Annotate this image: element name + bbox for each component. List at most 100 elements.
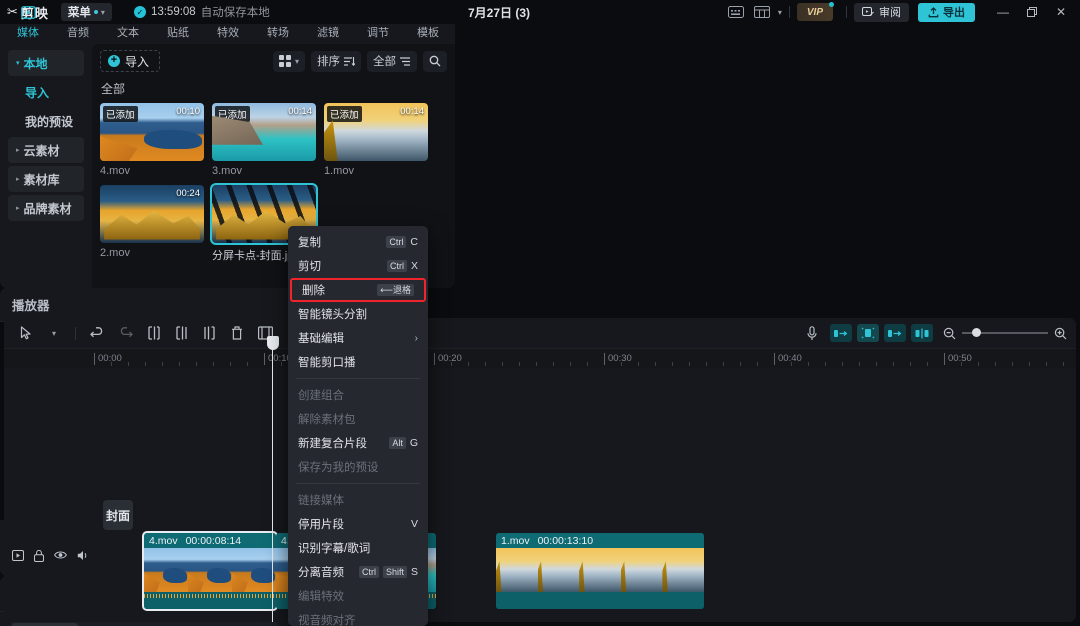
clip-filmstrip bbox=[144, 548, 276, 592]
duration-badge: 00:14 bbox=[288, 106, 312, 117]
tab-filter-label: 滤镜 bbox=[317, 27, 339, 39]
track-video-icon[interactable] bbox=[12, 550, 24, 562]
snap-start-toggle[interactable] bbox=[830, 324, 852, 342]
menu-item-detach-audio[interactable]: 分离音频 Ctrl Shift S bbox=[288, 560, 428, 584]
divider bbox=[788, 6, 790, 18]
keyboard-shortcuts-icon[interactable] bbox=[724, 3, 748, 21]
zoom-out-icon[interactable] bbox=[943, 327, 956, 340]
timeline-clip[interactable]: 1.mov 00:00:13:10 bbox=[496, 533, 704, 609]
key-ctrl: Ctrl bbox=[386, 260, 407, 272]
sidebar-item-presets[interactable]: 我的预设 bbox=[8, 108, 84, 134]
timeline-tracks: 4.mov 00:00:08:14 4.mov bbox=[4, 368, 1076, 622]
sort-button[interactable]: 排序 bbox=[311, 50, 361, 72]
menu-item-label: 分离音频 bbox=[298, 567, 344, 579]
import-button[interactable]: + 导入 bbox=[100, 50, 161, 72]
delete-icon[interactable] bbox=[224, 321, 250, 345]
tab-media[interactable]: 媒体 bbox=[4, 1, 52, 43]
menu-item-recognize-captions[interactable]: 识别字幕/歌词 bbox=[288, 536, 428, 560]
grid-view-button[interactable]: ▾ bbox=[272, 50, 305, 72]
menu-item-delete[interactable]: 删除 ⟵退格 bbox=[290, 278, 426, 302]
cursor-dropdown-icon[interactable]: ▾ bbox=[41, 321, 67, 345]
upload-icon bbox=[928, 6, 939, 17]
media-thumbnail[interactable]: 已添加 00:14 bbox=[212, 103, 316, 161]
close-button[interactable]: ✕ bbox=[1048, 0, 1074, 24]
sidebar-item-cloud[interactable]: ▸ 云素材 bbox=[8, 137, 84, 163]
menu-item-shortcut: Ctrl C bbox=[386, 236, 418, 248]
menu-item-new-compound-clip[interactable]: 新建复合片段 Alt G bbox=[288, 431, 428, 455]
search-button[interactable] bbox=[423, 50, 447, 72]
ruler-label: 00:20 bbox=[438, 353, 462, 364]
eye-icon[interactable] bbox=[54, 550, 67, 562]
player-header: 播放器 bbox=[0, 288, 320, 322]
export-button[interactable]: 导出 bbox=[918, 2, 975, 22]
menu-divider bbox=[296, 483, 420, 484]
layout-icon[interactable] bbox=[751, 3, 775, 21]
snap-end-toggle[interactable] bbox=[884, 324, 906, 342]
media-item-name: 3.mov bbox=[212, 165, 242, 177]
clip-duration: 00:00:13:10 bbox=[537, 534, 594, 547]
sidebar-item-brand[interactable]: ▸ 品牌素材 bbox=[8, 195, 84, 221]
menu-item-smart-shot-split[interactable]: 智能镜头分割 bbox=[288, 302, 428, 326]
plus-icon: + bbox=[108, 55, 120, 67]
menu-item-basic-edit[interactable]: 基础编辑 › bbox=[288, 326, 428, 350]
playhead[interactable] bbox=[266, 336, 279, 622]
chevron-right-icon: › bbox=[414, 332, 418, 344]
jianying-app-window: ✂ 剪映 菜单 ▾ ✓ 13:59:08 自动保存本地 7月27日 (3) ▾ … bbox=[0, 0, 1080, 626]
autosave-time: 13:59:08 bbox=[150, 6, 196, 18]
zoom-slider-knob[interactable] bbox=[972, 328, 981, 337]
vip-label: VIP bbox=[806, 6, 823, 18]
added-badge: 已添加 bbox=[327, 106, 362, 122]
undo-icon[interactable] bbox=[84, 321, 110, 345]
menu-item-create-group: 创建组合 bbox=[288, 383, 428, 407]
lock-icon[interactable] bbox=[34, 550, 44, 562]
titlebar-right-controls: ▾ VIP 审阅 导出 — ✕ bbox=[724, 0, 1080, 24]
media-item[interactable]: 已添加 00:14 3.mov bbox=[212, 103, 316, 177]
sidebar-item-import[interactable]: 导入 bbox=[8, 79, 84, 105]
media-item[interactable]: 已添加 00:14 1.mov bbox=[324, 103, 428, 177]
menu-item-smart-clip-speech[interactable]: 智能剪口播 bbox=[288, 350, 428, 374]
magnet-snap-toggle[interactable] bbox=[857, 324, 879, 342]
timeline-ruler[interactable]: 00:00 00:10 00:20 00:30 00:40 00:50 bbox=[4, 348, 1076, 368]
menu-item-disable-clip[interactable]: 停用片段 V bbox=[288, 512, 428, 536]
redo-icon[interactable] bbox=[112, 321, 138, 345]
menu-item-copy[interactable]: 复制 Ctrl C bbox=[288, 230, 428, 254]
split-icon[interactable] bbox=[140, 321, 166, 345]
link-clips-toggle[interactable] bbox=[911, 324, 933, 342]
media-item[interactable]: 00:24 2.mov bbox=[100, 185, 204, 263]
key-letter: X bbox=[410, 260, 418, 272]
sort-label: 排序 bbox=[317, 56, 340, 68]
review-button[interactable]: 审阅 bbox=[854, 2, 909, 22]
timeline-clip[interactable]: 4.mov 00:00:08:14 bbox=[142, 531, 278, 611]
zoom-slider[interactable] bbox=[962, 328, 1048, 337]
media-thumbnail[interactable]: 已添加 00:10 bbox=[100, 103, 204, 161]
layout-chevron-icon[interactable]: ▾ bbox=[778, 8, 782, 17]
sidebar-item-library[interactable]: ▸ 素材库 bbox=[8, 166, 84, 192]
menu-item-link-media: 链接媒体 bbox=[288, 488, 428, 512]
menu-item-cut[interactable]: 剪切 Ctrl X bbox=[288, 254, 428, 278]
sidebar-item-local[interactable]: ▾ 本地 bbox=[8, 50, 84, 76]
vip-badge[interactable]: VIP bbox=[796, 2, 834, 21]
microphone-icon[interactable] bbox=[799, 321, 825, 345]
volume-icon[interactable] bbox=[77, 550, 90, 562]
cover-button[interactable]: 封面 bbox=[103, 500, 133, 530]
menu-button[interactable]: 菜单 ▾ bbox=[60, 3, 112, 21]
zoom-in-icon[interactable] bbox=[1054, 327, 1067, 340]
filter-button[interactable]: 全部 bbox=[367, 50, 417, 72]
track-header bbox=[4, 368, 104, 622]
minimize-button[interactable]: — bbox=[990, 0, 1016, 24]
media-thumbnail[interactable]: 00:24 bbox=[100, 185, 204, 243]
media-toolbar-right: ▾ 排序 全部 bbox=[272, 50, 447, 72]
tab-effects-label: 特效 bbox=[217, 27, 239, 39]
trim-left-icon[interactable] bbox=[168, 321, 194, 345]
media-thumbnail[interactable]: 已添加 00:14 bbox=[324, 103, 428, 161]
trim-right-icon[interactable] bbox=[196, 321, 222, 345]
tab-transition-label: 转场 bbox=[267, 27, 289, 39]
duration-badge: 00:10 bbox=[176, 106, 200, 117]
media-item[interactable]: 已添加 00:10 4.mov bbox=[100, 103, 204, 177]
key-alt: Alt bbox=[389, 437, 406, 449]
maximize-button[interactable] bbox=[1019, 0, 1045, 24]
clip-name: 1.mov bbox=[501, 534, 530, 547]
menu-item-label: 智能剪口播 bbox=[298, 357, 356, 369]
select-cursor-icon[interactable] bbox=[13, 321, 39, 345]
playhead-grip[interactable] bbox=[266, 336, 279, 350]
